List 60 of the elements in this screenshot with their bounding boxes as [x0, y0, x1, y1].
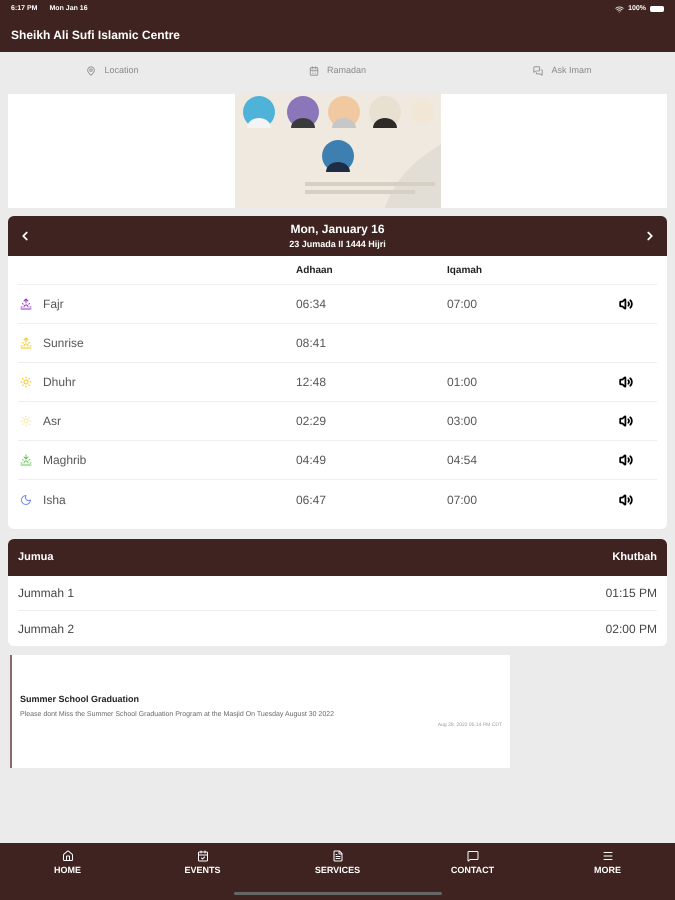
- hijri-date: 23 Jumada II 1444 Hijri: [289, 238, 386, 252]
- column-header: Jumua: [18, 550, 54, 566]
- adhaan-time: 12:48: [296, 374, 328, 391]
- battery-icon: [650, 6, 664, 12]
- iqamah-time: 07:00: [447, 297, 478, 311]
- sound-button[interactable]: [619, 297, 633, 311]
- jummah-name: Jummah 1: [18, 585, 74, 602]
- speaker-icon: [619, 414, 633, 428]
- announcement-title: Summer School Graduation: [20, 693, 140, 706]
- iqamah-time: 01:00: [447, 375, 478, 389]
- prayer-name: Fajr: [43, 296, 65, 313]
- chat-bubbles-icon: [533, 66, 544, 76]
- document-icon: [332, 850, 344, 862]
- iqamah-time: 07:00: [447, 492, 478, 506]
- tab-bar-item[interactable]: CONTACT: [405, 850, 540, 878]
- calendar-icon: [196, 850, 208, 862]
- iqamah-time: 03:00: [447, 414, 478, 428]
- moon-icon: [20, 494, 32, 506]
- chat-icon: [466, 850, 478, 862]
- location-pin-icon: [86, 66, 96, 76]
- jummah-time: 02:00 PM: [606, 620, 657, 638]
- adhaan-time: 02:29: [296, 413, 328, 430]
- sunrise-icon: [20, 298, 32, 310]
- calendar-icon: [308, 66, 319, 76]
- tab-bar-item[interactable]: MORE: [540, 850, 675, 878]
- prayer-name: Maghrib: [43, 452, 88, 469]
- speaker-icon: [619, 453, 633, 467]
- prayer-name: Dhuhr: [43, 374, 77, 391]
- wifi-icon: [615, 4, 624, 14]
- prayer-name: Asr: [43, 413, 62, 430]
- prayer-name: Sunrise: [43, 335, 85, 352]
- iqamah-time: 04:54: [447, 453, 478, 467]
- sound-button[interactable]: [619, 414, 633, 428]
- sound-button[interactable]: [619, 453, 633, 467]
- speaker-icon: [619, 375, 633, 389]
- gregorian-date: Mon, January 16: [290, 221, 385, 238]
- home-icon: [62, 850, 74, 862]
- sunset-icon: [20, 454, 32, 466]
- adhaan-time: 04:49: [296, 452, 328, 469]
- sun-icon: [20, 415, 32, 427]
- column-header: Khutbah: [612, 550, 657, 566]
- sunrise-icon: [20, 337, 32, 349]
- adhaan-time: 08:41: [296, 335, 328, 352]
- jummah-name: Jummah 2: [18, 620, 74, 638]
- speaker-icon: [619, 492, 633, 506]
- jummah-time: 01:15 PM: [606, 585, 657, 602]
- sound-button[interactable]: [619, 492, 633, 506]
- prayer-name: Isha: [43, 492, 67, 508]
- adhaan-time: 06:47: [296, 492, 328, 508]
- sun-icon: [20, 376, 32, 388]
- app-title: Sheikh Ali Sufi Islamic Centre: [11, 27, 180, 44]
- sound-button[interactable]: [619, 375, 633, 389]
- speaker-icon: [619, 297, 633, 311]
- tab-bar-item[interactable]: SERVICES: [270, 850, 405, 878]
- adhaan-time: 06:34: [296, 296, 328, 313]
- menu-icon: [602, 850, 614, 862]
- column-header: Iqamah: [447, 264, 482, 278]
- tab-bar-item[interactable]: HOME: [0, 850, 135, 878]
- tab-bar-item[interactable]: EVENTS: [135, 850, 270, 878]
- column-header: Adhaan: [296, 264, 334, 278]
